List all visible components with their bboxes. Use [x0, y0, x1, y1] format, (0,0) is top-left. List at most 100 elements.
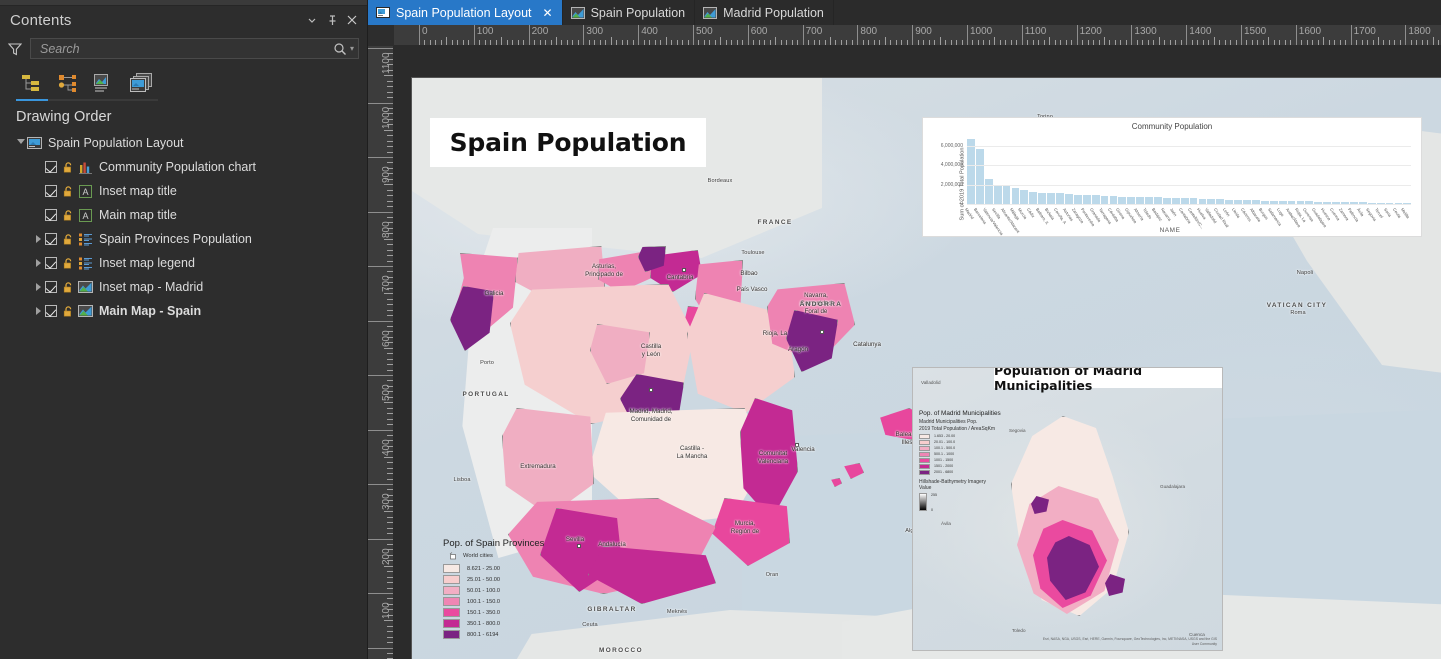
chart-bar[interactable]: [1056, 193, 1064, 204]
inset-legend-class-row: 20.01 - 100.0: [919, 440, 1014, 445]
chart-bar[interactable]: [985, 179, 993, 204]
legend-class-label: 25.01 - 50.00: [467, 577, 500, 583]
close-icon[interactable]: ✕: [543, 6, 553, 20]
tree-item-inset-map-title[interactable]: AInset map title: [8, 179, 367, 203]
chart-x-axis-label: NAME: [923, 227, 1417, 234]
inset-legend-swatch: [919, 458, 930, 463]
tree-item-inset-map-legend[interactable]: Inset map legend: [8, 251, 367, 275]
list-by-selection-button[interactable]: [53, 69, 83, 97]
search-icon[interactable]: [333, 42, 347, 56]
ruler-minor-tick: [387, 53, 393, 54]
province-malaga[interactable]: [588, 546, 716, 604]
expand-collapse-icon[interactable]: [14, 137, 27, 150]
panel-pin-button[interactable]: [323, 11, 341, 29]
tab-spain-population-layout[interactable]: Spain Population Layout ✕: [368, 0, 563, 25]
lock-icon[interactable]: [62, 233, 75, 246]
tree-item-main-map-title[interactable]: AMain map title: [8, 203, 367, 227]
chart-bar[interactable]: [1110, 196, 1118, 204]
layer-visibility-checkbox[interactable]: [45, 185, 57, 197]
lock-icon[interactable]: [62, 185, 75, 198]
chart-bar[interactable]: [1038, 193, 1046, 204]
layer-visibility-checkbox[interactable]: [45, 281, 57, 293]
legend-swatch: [443, 608, 460, 617]
lock-icon[interactable]: [62, 257, 75, 270]
chart-bar[interactable]: [1003, 186, 1011, 204]
chart-bar[interactable]: [994, 185, 1002, 204]
horizontal-ruler[interactable]: 0100200300400500600700800900100011001200…: [394, 25, 1441, 46]
layer-visibility-checkbox[interactable]: [45, 233, 57, 245]
ruler-minor-tick: [387, 637, 393, 638]
panel-menu-button[interactable]: [303, 11, 321, 29]
layer-visibility-checkbox[interactable]: [45, 257, 57, 269]
chart-bar[interactable]: [1065, 194, 1073, 204]
legend-class-label: 150.1 - 350.0: [467, 610, 500, 616]
legend-class-label: 350.1 - 800.0: [467, 621, 500, 627]
chart-bar[interactable]: [976, 149, 984, 204]
ruler-minor-tick: [387, 206, 393, 207]
panel-close-button[interactable]: [343, 11, 361, 29]
ruler-label: 0: [422, 26, 428, 37]
tree-item-spain-provinces-population[interactable]: Spain Provinces Population: [8, 227, 367, 251]
chart-bar[interactable]: [1101, 196, 1109, 204]
list-by-snapping-button[interactable]: [90, 69, 120, 97]
chart-bar[interactable]: [1074, 195, 1082, 204]
layer-visibility-checkbox[interactable]: [45, 161, 57, 173]
chart-bar[interactable]: [1029, 192, 1037, 204]
lock-icon[interactable]: [62, 305, 75, 318]
chart-bar[interactable]: [1092, 195, 1100, 204]
tree-item-layout-root[interactable]: Spain Population Layout: [8, 131, 367, 155]
expand-collapse-icon[interactable]: [32, 281, 45, 294]
chart-bar[interactable]: [1020, 190, 1028, 205]
layer-visibility-checkbox[interactable]: [45, 305, 57, 317]
tab-madrid-population[interactable]: Madrid Population: [695, 0, 834, 25]
main-map-title-text: Spain Population: [450, 128, 687, 157]
ruler-minor-tick: [387, 135, 393, 136]
community-population-chart[interactable]: Community Population Sum of 2019 Total P…: [922, 117, 1422, 237]
search-input[interactable]: [38, 41, 333, 57]
legend-class-row: 150.1 - 350.0: [443, 608, 563, 617]
chart-bar[interactable]: [1127, 197, 1135, 204]
expand-collapse-icon[interactable]: [32, 257, 45, 270]
layout-canvas[interactable]: GaliciaAsturias, Principado deCantabriaP…: [394, 46, 1441, 659]
filter-icon[interactable]: [6, 40, 24, 58]
expand-collapse-icon[interactable]: [32, 305, 45, 318]
spain-provinces-legend[interactable]: Pop. of Spain Provinces World cities 8.6…: [443, 538, 563, 641]
tree-item-inset-map-madrid[interactable]: Inset map - Madrid: [8, 275, 367, 299]
inset-map-madrid[interactable]: Population of Madrid Municipalities Pop.…: [912, 367, 1223, 651]
chart-bar[interactable]: [1145, 197, 1153, 204]
tab-spain-population[interactable]: Spain Population: [563, 0, 696, 25]
tree-item-main-map-spain[interactable]: Main Map - Spain: [8, 299, 367, 323]
list-by-layout-elements-button[interactable]: [127, 69, 157, 97]
search-box[interactable]: ▾: [30, 38, 359, 59]
ruler-minor-tick: [387, 108, 393, 109]
search-dropdown-icon[interactable]: ▾: [350, 44, 354, 53]
ruler-label: 900: [915, 26, 932, 37]
inset-legend-swatch: [919, 470, 930, 475]
chart-bar[interactable]: [1047, 193, 1055, 204]
inset-map-title[interactable]: Population of Madrid Municipalities: [994, 367, 1223, 388]
ruler-minor-tick: [1049, 37, 1050, 46]
lock-icon[interactable]: [62, 281, 75, 294]
lock-icon[interactable]: [62, 161, 75, 174]
ruler-minor-tick: [387, 479, 393, 480]
layout-page[interactable]: GaliciaAsturias, Principado deCantabriaP…: [412, 78, 1441, 659]
chart-bar[interactable]: [1083, 195, 1091, 204]
city-dot-bilbao: [682, 268, 686, 272]
chart-bar[interactable]: [967, 139, 975, 204]
tree-item-community-population-chart[interactable]: Community Population chart: [8, 155, 367, 179]
chart-bar[interactable]: [1136, 197, 1144, 204]
inset-legend-swatch: [919, 452, 930, 457]
ruler-major-tick: [368, 48, 393, 49]
layer-visibility-checkbox[interactable]: [45, 209, 57, 221]
province-barcelona[interactable]: [786, 310, 838, 372]
expand-collapse-icon[interactable]: [32, 233, 45, 246]
vertical-ruler[interactable]: 110010009008007006005004003002001000: [368, 46, 394, 659]
mapframe-icon: [78, 304, 93, 319]
inset-map-legend[interactable]: Pop. of Madrid Municipalities Madrid Mun…: [919, 410, 1014, 512]
chart-bar[interactable]: [1012, 188, 1020, 204]
list-by-drawing-order-button[interactable]: [16, 69, 46, 97]
chart-bar[interactable]: [1118, 197, 1126, 204]
main-map-title[interactable]: Spain Population: [430, 118, 706, 167]
lock-icon[interactable]: [62, 209, 75, 222]
legend-class-row: 25.01 - 50.00: [443, 575, 563, 584]
